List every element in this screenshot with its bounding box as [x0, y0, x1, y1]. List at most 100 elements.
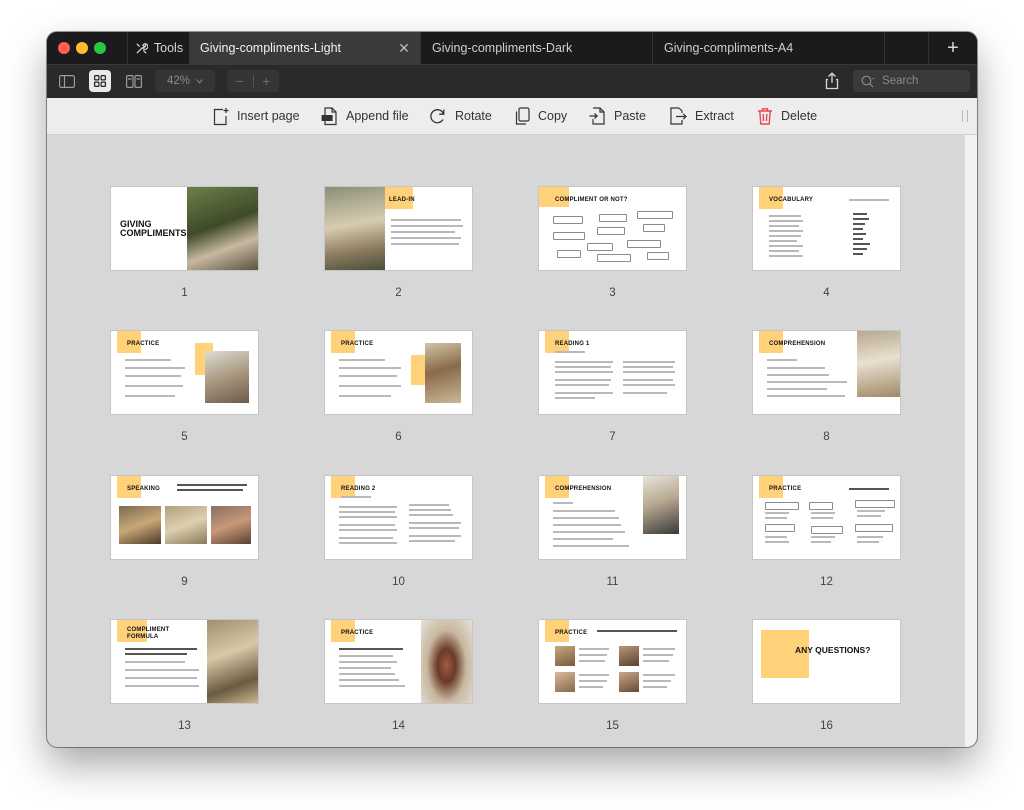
rotate-label: Rotate — [455, 109, 492, 123]
minimize-window-button[interactable] — [76, 42, 88, 54]
page-thumbnail[interactable]: VOCABULARY — [753, 187, 900, 270]
two-page-view-button[interactable] — [123, 70, 145, 92]
page-grid: GIVING COMPLIMENTS 1 LEAD-IN 2 COMPLIMEN… — [47, 135, 964, 747]
page-title: COMPREHENSION — [555, 486, 612, 492]
share-icon[interactable] — [823, 72, 841, 90]
page-title: LEAD-IN — [389, 197, 415, 203]
insert-page-icon — [213, 107, 229, 125]
copy-label: Copy — [538, 109, 568, 123]
page-thumbnail[interactable]: READING 2 — [325, 476, 472, 559]
delete-label: Delete — [781, 109, 818, 123]
page-thumbnail[interactable]: PRACTICE — [111, 331, 258, 414]
page-photo — [555, 646, 575, 666]
page-number: 6 — [395, 431, 402, 443]
zoom-stepper: − + — [227, 70, 279, 92]
page-title: SPEAKING — [127, 486, 160, 492]
view-toolbar: 42% − + — [47, 64, 977, 98]
tools-tab-label: Tools — [153, 41, 184, 55]
sidebar-toggle-button[interactable] — [56, 70, 78, 92]
zoom-level-select[interactable]: 42% — [155, 70, 215, 92]
toolbar-grip-handle[interactable] — [962, 110, 968, 122]
page-title: PRACTICE — [769, 486, 802, 492]
search-input[interactable] — [882, 75, 962, 87]
page-thumbnail[interactable]: GIVING COMPLIMENTS — [111, 187, 258, 270]
close-tab-icon[interactable]: ✕ — [396, 40, 412, 56]
page-thumbnail[interactable]: COMPLIMENT FORMULA — [111, 620, 258, 703]
tab-label: Giving-compliments-Dark — [432, 41, 573, 55]
page-title: PRACTICE — [341, 341, 374, 347]
page-title: COMPLIMENT OR NOT? — [555, 197, 628, 203]
tab-giving-compliments-light[interactable]: Giving-compliments-Light ✕ — [189, 32, 421, 64]
page-photo — [643, 476, 679, 534]
page-title: PRACTICE — [555, 630, 588, 636]
page-number: 2 — [395, 287, 402, 299]
tab-label: Giving-compliments-A4 — [664, 41, 794, 55]
page-photo — [325, 187, 385, 270]
page-actions-toolbar: Insert page PDF Append file Rotate Copy … — [47, 98, 977, 135]
chevron-down-icon — [196, 78, 203, 84]
page-photo — [555, 672, 575, 692]
page-thumbnail[interactable]: COMPREHENSION — [753, 331, 900, 414]
page-number: 7 — [609, 431, 616, 443]
new-tab-button[interactable]: + — [928, 32, 977, 64]
page-thumbnail[interactable]: ANY QUESTIONS? — [753, 620, 900, 703]
page-thumbnail[interactable]: LEAD-IN — [325, 187, 472, 270]
svg-text:PDF: PDF — [323, 115, 332, 120]
page-number: 3 — [609, 287, 616, 299]
page-title: COMPREHENSION — [769, 341, 826, 347]
tools-icon — [136, 42, 148, 54]
copy-icon — [515, 107, 530, 125]
zoom-out-button[interactable]: − — [227, 73, 253, 89]
grid-icon — [94, 75, 106, 87]
page-title: VOCABULARY — [769, 197, 814, 203]
search-icon — [861, 75, 875, 87]
tab-giving-compliments-dark[interactable]: Giving-compliments-Dark — [421, 32, 653, 64]
copy-button[interactable]: Copy — [515, 98, 567, 134]
page-thumbnail[interactable]: COMPLIMENT OR NOT? — [539, 187, 686, 270]
tab-giving-compliments-a4[interactable]: Giving-compliments-A4 — [653, 32, 885, 64]
tools-tab[interactable]: Tools — [127, 32, 191, 64]
page-thumbnail[interactable]: COMPREHENSION — [539, 476, 686, 559]
page-photo — [119, 506, 161, 544]
page-photo — [421, 620, 472, 703]
page-photo — [425, 343, 461, 403]
page-thumbnail[interactable]: PRACTICE — [753, 476, 900, 559]
rotate-button[interactable]: Rotate — [429, 98, 492, 134]
paste-button[interactable]: Paste — [589, 98, 646, 134]
tab-label: Giving-compliments-Light — [200, 41, 342, 55]
insert-page-button[interactable]: Insert page — [213, 98, 300, 134]
app-window: Tools Giving-compliments-Light ✕ Giving-… — [47, 32, 977, 747]
page-thumbnail[interactable]: PRACTICE — [325, 620, 472, 703]
page-title: GIVING COMPLIMENTS — [120, 219, 187, 238]
append-file-button[interactable]: PDF Append file — [321, 98, 409, 134]
extract-button[interactable]: Extract — [669, 98, 734, 134]
page-number: 9 — [181, 576, 188, 588]
paste-label: Paste — [614, 109, 646, 123]
grid-view-button[interactable] — [89, 70, 111, 92]
zoom-in-button[interactable]: + — [254, 73, 280, 89]
page-photo — [207, 620, 258, 703]
page-thumbnail[interactable]: PRACTICE — [539, 620, 686, 703]
two-page-icon — [126, 74, 142, 88]
pdf-file-icon: PDF — [321, 106, 337, 125]
vertical-scrollbar[interactable] — [964, 135, 977, 747]
page-number: 8 — [823, 431, 830, 443]
page-thumbnail[interactable]: READING 1 — [539, 331, 686, 414]
page-number: 12 — [820, 576, 833, 588]
zoom-level: 42% — [166, 75, 191, 87]
rotate-icon — [430, 109, 445, 124]
delete-button[interactable]: Delete — [757, 98, 817, 134]
page-photo — [619, 646, 639, 666]
extract-label: Extract — [695, 109, 734, 123]
page-number: 16 — [820, 720, 833, 732]
page-photo — [857, 331, 900, 397]
page-title: COMPLIMENT FORMULA — [127, 627, 170, 640]
page-thumbnail[interactable]: SPEAKING — [111, 476, 258, 559]
search-field[interactable] — [853, 70, 970, 92]
close-window-button[interactable] — [58, 42, 70, 54]
page-photo — [205, 351, 249, 403]
page-photo — [619, 672, 639, 692]
zoom-window-button[interactable] — [94, 42, 106, 54]
page-photo — [211, 506, 251, 544]
page-thumbnail[interactable]: PRACTICE — [325, 331, 472, 414]
